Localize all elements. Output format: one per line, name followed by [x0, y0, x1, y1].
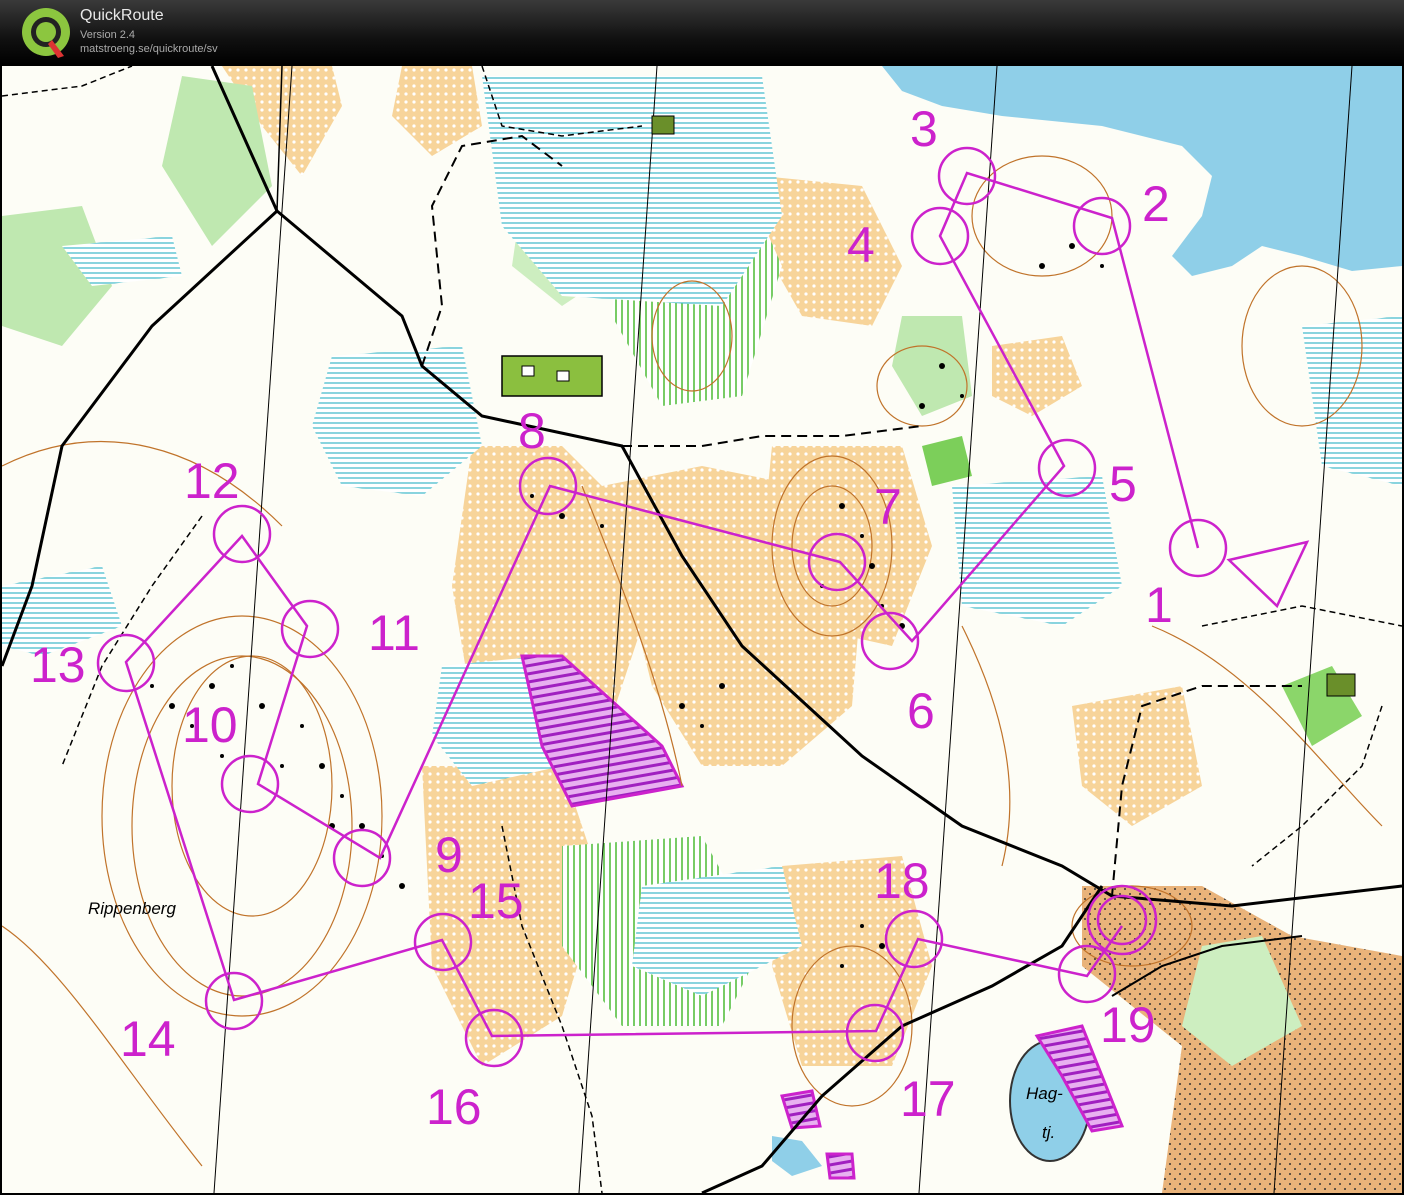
- control-number-2: 2: [1142, 176, 1170, 232]
- map-canvas: Rippenberg Hag- tj. 1 2 3 4 5 6 7 8 9 10…: [2, 66, 1402, 1193]
- control-circle-9[interactable]: [332, 828, 392, 888]
- control-number-10: 10: [182, 697, 238, 753]
- control-number-3: 3: [910, 101, 938, 157]
- control-number-19: 19: [1100, 997, 1156, 1053]
- control-number-7: 7: [874, 479, 902, 535]
- place-name-hag: Hag-: [1026, 1084, 1063, 1103]
- control-number-18: 18: [874, 853, 930, 909]
- app-title: QuickRoute: [80, 7, 164, 24]
- quickroute-logo-icon: [22, 8, 70, 58]
- control-number-16: 16: [426, 1079, 482, 1135]
- control-number-4: 4: [847, 217, 875, 273]
- orienteering-map[interactable]: Rippenberg Hag- tj. 1 2 3 4 5 6 7 8 9 10…: [2, 66, 1402, 1193]
- app-url: matstroeng.se/quickroute/sv: [80, 43, 218, 55]
- control-circle-10[interactable]: [220, 754, 280, 814]
- control-number-12: 12: [184, 453, 240, 509]
- control-number-1: 1: [1145, 577, 1173, 633]
- place-name-rippenberg: Rippenberg: [88, 899, 176, 918]
- control-circle-12[interactable]: [212, 504, 272, 564]
- control-number-8: 8: [518, 403, 546, 459]
- place-name-tj: tj.: [1042, 1123, 1055, 1142]
- start-triangle-icon: [1226, 540, 1310, 609]
- title-bar: QuickRoute Version 2.4 matstroeng.se/qui…: [0, 0, 1404, 64]
- control-number-11: 11: [368, 605, 420, 661]
- terrain-layer: [2, 66, 1402, 1193]
- app-version: Version 2.4: [80, 29, 136, 41]
- control-number-5: 5: [1109, 456, 1137, 512]
- control-number-13: 13: [30, 637, 86, 693]
- control-number-14: 14: [120, 1011, 176, 1067]
- control-circle-2[interactable]: [1072, 196, 1132, 256]
- control-number-15: 15: [468, 873, 524, 929]
- control-number-9: 9: [435, 827, 463, 883]
- control-number-6: 6: [907, 683, 935, 739]
- control-number-17: 17: [900, 1071, 956, 1127]
